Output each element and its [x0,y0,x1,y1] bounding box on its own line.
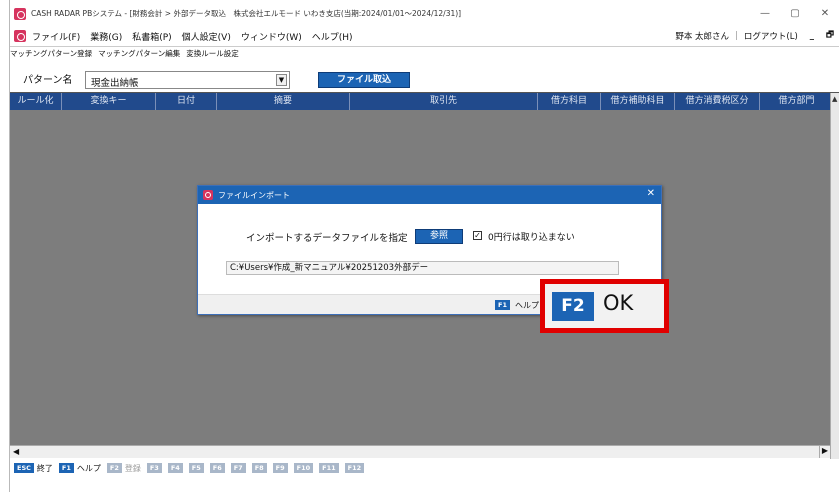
menu-window[interactable]: ウィンドウ(W) [241,30,302,43]
separator: | [735,31,738,41]
pattern-name-value: 現金出納帳 [91,78,139,89]
column-header-date[interactable]: 日付 [156,93,217,110]
skip-zero-rows-checkbox[interactable]: ✓ [473,231,482,240]
browse-button[interactable]: 参照 [415,229,463,244]
dialog-title: ファイルインポート [218,190,290,200]
fkey-f9[interactable]: F9 [272,463,288,473]
fkey-f10[interactable]: F10 [293,463,314,473]
close-window-button[interactable]: ✕ [810,8,839,19]
child-restore-button[interactable]: 🗗 [826,29,834,43]
fkey-f11[interactable]: F11 [319,463,339,473]
tab-conversion-rule-settings[interactable]: 変換ルール設定 [186,48,239,59]
horizontal-scrollbar[interactable]: ◀ ▶ [10,445,830,458]
fkey-esc[interactable]: ESC 終了 [14,463,53,474]
user-name: 野本 太郎さん [675,32,730,42]
column-header-debit-tax[interactable]: 借方消費税区分 [675,93,760,110]
tab-matching-pattern-register[interactable]: マッチングパターン登録 [10,48,92,59]
f2-ok-callout[interactable]: F2 OK [540,279,669,333]
menu-business[interactable]: 業務(G) [90,30,122,43]
dialog-title-bar: ファイルインポート ✕ [198,186,661,204]
pattern-name-label: パターン名 [23,75,73,86]
fkey-f1[interactable]: F1 ヘルプ [58,463,101,474]
cash-radar-app-icon [14,7,26,20]
pattern-row: パターン名 現金出納帳 ▼ ファイル取込 [10,62,839,92]
scroll-left-icon[interactable]: ◀ [13,447,19,456]
app-menu-icon[interactable] [14,30,26,42]
column-header-debit-account[interactable]: 借方科目 [538,93,601,110]
logout-link[interactable]: ログアウト(L) [744,30,798,42]
dialog-help-label[interactable]: ヘルプ [515,300,539,311]
maximize-button[interactable]: ▢ [780,8,810,19]
menu-personal-settings[interactable]: 個人設定(V) [182,30,231,43]
dialog-f1-key[interactable]: F1 [495,300,510,310]
column-header-partner[interactable]: 取引先 [350,93,538,110]
column-header-rule[interactable]: ルール化 [10,93,62,110]
menu-help[interactable]: ヘルプ(H) [312,30,353,43]
menu-bar: ファイル(F) 業務(G) 私書箱(P) 個人設定(V) ウィンドウ(W) ヘル… [10,27,839,45]
menu-file[interactable]: ファイル(F) [32,30,80,43]
file-path-field[interactable]: C:¥Users¥作成_新マニュアル¥20251203外部デー [226,261,619,275]
ok-label[interactable]: OK [603,291,633,315]
file-import-button[interactable]: ファイル取込 [318,72,410,88]
fkey-f5[interactable]: F5 [188,463,204,473]
scroll-right-icon[interactable]: ▶ [819,446,830,458]
fkey-f7[interactable]: F7 [230,463,246,473]
skip-zero-rows-label[interactable]: 0円行は取り込まない [488,230,575,243]
dialog-app-icon [203,190,213,200]
fkey-f6[interactable]: F6 [209,463,225,473]
f2-key-badge[interactable]: F2 [552,292,594,321]
window-title: CASH RADAR PBシステム - [財務会計 > 外部データ取込 株式会社… [31,9,462,18]
import-prompt-label: インポートするデータファイルを指定 [246,233,408,244]
sub-tab-bar: マッチングパターン登録 マッチングパターン編集 変換ルール設定 [10,46,839,60]
user-area: 野本 太郎さん | ログアウト(L) _ 🗗 [675,27,834,45]
fkey-f12[interactable]: F12 [344,463,365,473]
dropdown-arrow-icon[interactable]: ▼ [276,74,287,86]
function-key-bar: ESC 終了 F1 ヘルプ F2 登録 F3 F4 F5 F6 F7 F8 F9 F1… [10,460,839,476]
column-header-conversion-key[interactable]: 変換キー [62,93,156,110]
column-header-description[interactable]: 摘要 [217,93,350,110]
scroll-up-icon[interactable]: ▲ [832,95,837,103]
column-header-debit-department[interactable]: 借方部門 [760,93,834,110]
fkey-f8[interactable]: F8 [251,463,267,473]
fkey-f4[interactable]: F4 [167,463,183,473]
column-header-debit-sub-account[interactable]: 借方補助科目 [601,93,675,110]
grid-header: ルール化 変換キー 日付 摘要 取引先 借方科目 借方補助科目 借方消費税区分 … [10,93,834,110]
dialog-close-icon[interactable]: ✕ [647,188,655,199]
vertical-scrollbar[interactable]: ▲ [830,93,839,459]
minimize-button[interactable]: — [750,8,780,19]
pattern-name-select[interactable]: 現金出納帳 ▼ [85,71,290,89]
fkey-f3[interactable]: F3 [146,463,162,473]
fkey-f2[interactable]: F2 登録 [106,463,141,474]
child-minimize-button[interactable]: _ [810,31,814,41]
tab-matching-pattern-edit[interactable]: マッチングパターン編集 [98,48,180,59]
menu-mailbox[interactable]: 私書箱(P) [132,30,171,43]
window-controls: — ▢ ✕ [750,0,839,27]
title-bar: CASH RADAR PBシステム - [財務会計 > 外部データ取込 株式会社… [10,0,839,27]
